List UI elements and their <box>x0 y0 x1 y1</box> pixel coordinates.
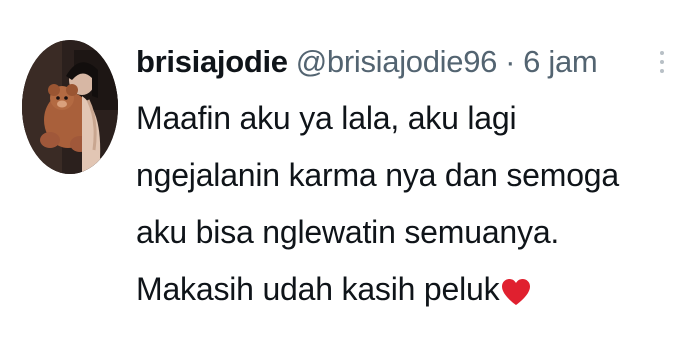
tweet-body: Maafin aku ya lala, aku lagi ngejalanin … <box>136 100 620 307</box>
red-heart-icon <box>501 267 531 324</box>
display-name[interactable]: brisiajodie <box>136 40 288 84</box>
timestamp[interactable]: 6 jam <box>523 40 598 84</box>
more-dot <box>660 60 664 64</box>
separator-dot: · <box>505 44 516 79</box>
more-dot <box>660 69 664 73</box>
user-handle[interactable]: @brisiajodie96 <box>296 40 498 84</box>
tweet-card[interactable]: brisiajodie @brisiajodie96 · 6 jam Maafi… <box>0 0 700 350</box>
tweet-header: brisiajodie @brisiajodie96 · 6 jam <box>136 40 656 84</box>
tweet-content: brisiajodie @brisiajodie96 · 6 jam Maafi… <box>136 40 656 324</box>
more-options-button[interactable] <box>652 44 672 80</box>
avatar[interactable] <box>22 40 118 174</box>
more-dot <box>660 51 664 55</box>
tweet-text: Maafin aku ya lala, aku lagi ngejalanin … <box>136 90 656 324</box>
